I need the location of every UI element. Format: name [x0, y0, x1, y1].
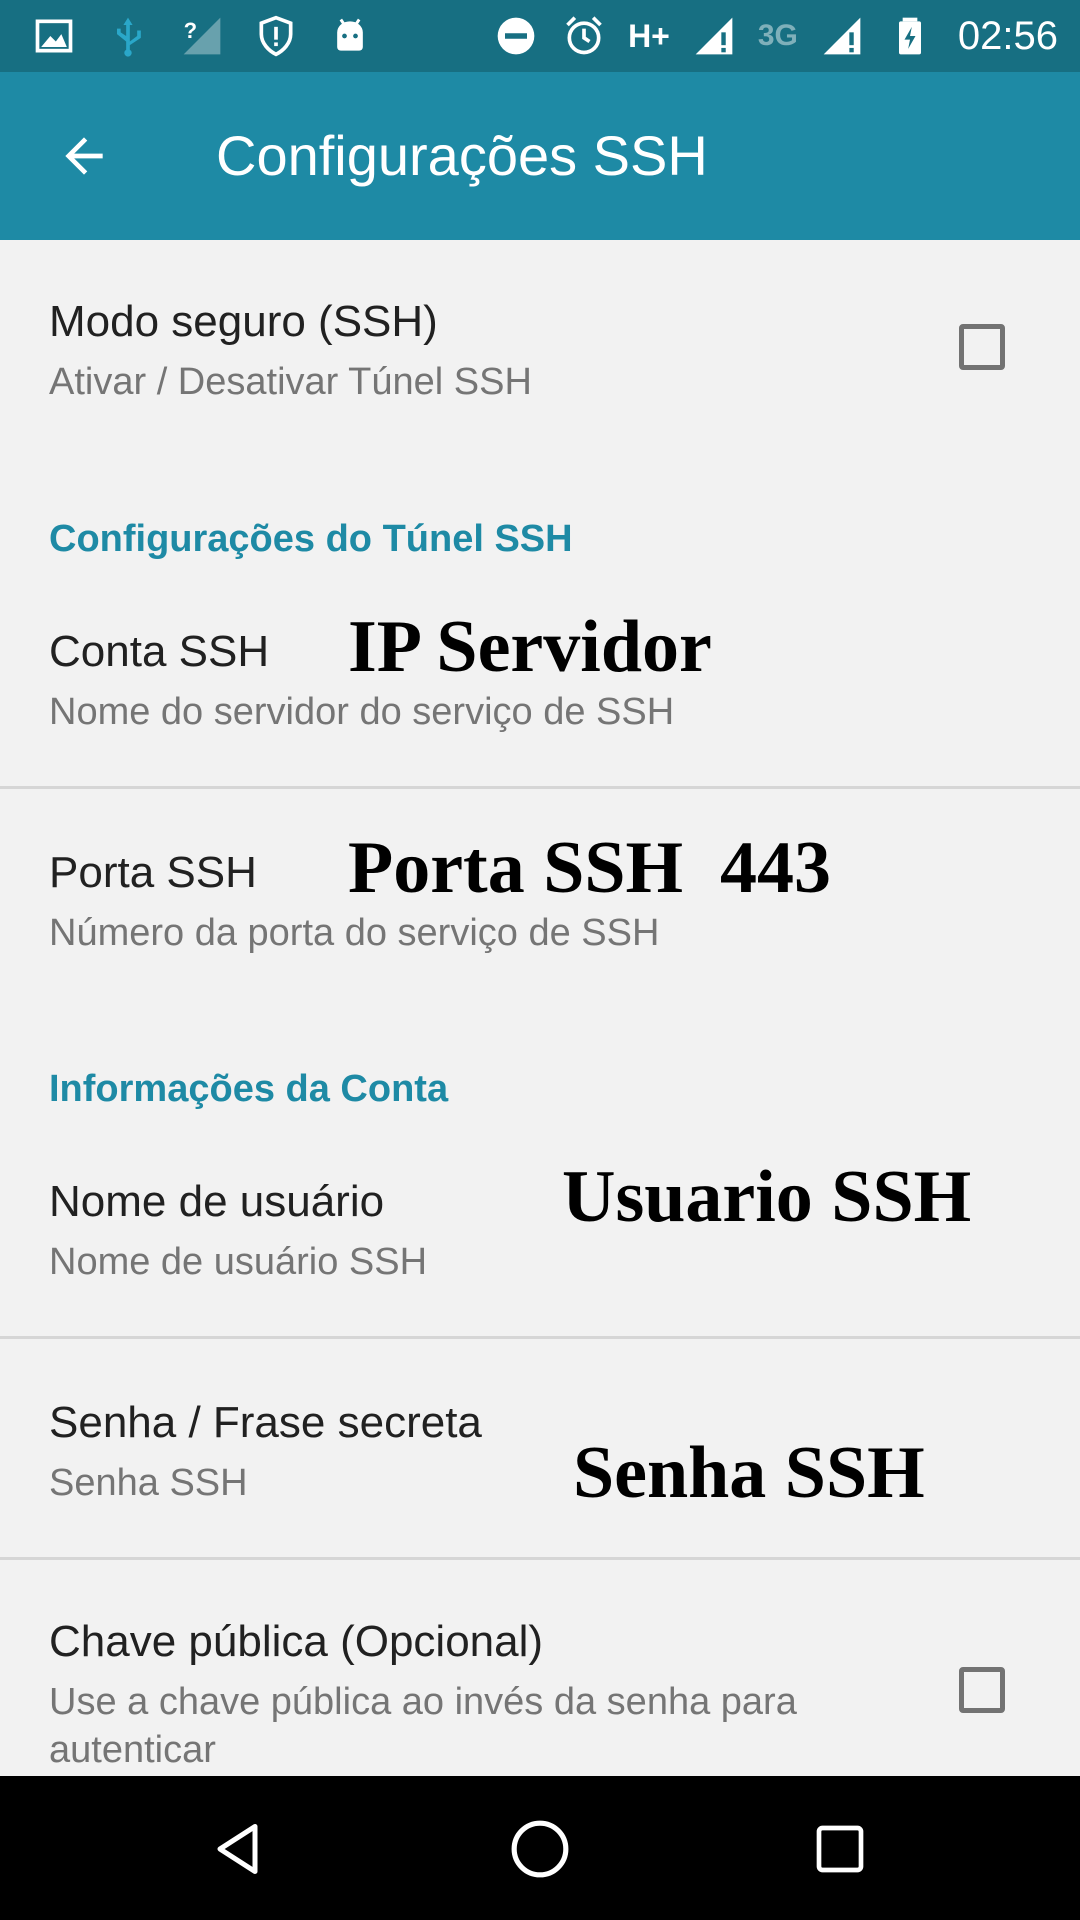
pref-password[interactable]: Senha / Frase secreta Senha SSH Senha SS…	[0, 1339, 1080, 1557]
page-title: Configurações SSH	[216, 124, 708, 187]
pref-ssh-port[interactable]: Porta SSH Número da porta do serviço de …	[0, 789, 1080, 999]
back-triangle-icon	[217, 1824, 258, 1874]
no-signal-icon: ?	[178, 12, 226, 60]
svg-text:?: ?	[184, 18, 197, 43]
secure-mode-checkbox[interactable]	[959, 324, 1005, 370]
nav-back-button[interactable]	[195, 1804, 285, 1894]
network-type-label: H+	[628, 17, 670, 54]
status-right-icons: H+ 3G 02:56	[492, 12, 1058, 60]
pref-username-summary: Nome de usuário SSH	[49, 1241, 428, 1283]
pref-ssh-account-summary: Nome do servidor do serviço de SSH	[49, 691, 675, 733]
android-icon	[326, 12, 374, 60]
battery-charging-icon	[886, 12, 934, 60]
pref-ssh-account-title: Conta SSH	[49, 627, 270, 676]
back-button[interactable]	[44, 116, 124, 196]
clock: 02:56	[957, 13, 1058, 58]
signal-secondary-icon	[818, 12, 866, 60]
alarm-icon	[560, 12, 608, 60]
nav-recents-button[interactable]	[795, 1804, 885, 1894]
recents-square-icon	[816, 1825, 864, 1873]
pref-public-key[interactable]: Chave pública (Opcional) Use a chave púb…	[0, 1560, 1080, 1776]
category-account-info: Informações da Conta	[49, 1068, 449, 1110]
ssh-account-annotation: IP Servidor	[348, 606, 712, 688]
usb-icon	[104, 12, 152, 60]
category-tunnel-settings: Configurações do Túnel SSH	[49, 518, 573, 560]
pref-public-key-summary: Use a chave pública ao invés da senha pa…	[49, 1681, 797, 1771]
arrow-back-icon	[65, 137, 103, 175]
pref-username[interactable]: Nome de usuário Nome de usuário SSH Usua…	[0, 1150, 1080, 1336]
status-bar: ? H+ 3G 02:56	[0, 0, 1080, 72]
ssh-port-annotation: Porta SSH 443	[348, 827, 832, 909]
pref-username-title: Nome de usuário	[49, 1177, 385, 1226]
pref-secure-mode-title: Modo seguro (SSH)	[49, 297, 438, 346]
network-type-secondary-label: 3G	[757, 19, 798, 52]
pref-ssh-port-title: Porta SSH	[49, 848, 257, 897]
home-circle-icon	[511, 1820, 569, 1878]
status-left-icons: ?	[30, 12, 374, 60]
shield-icon	[252, 12, 300, 60]
system-nav-bar	[0, 1776, 1080, 1920]
pref-ssh-account[interactable]: Conta SSH Nome do servidor do serviço de…	[0, 600, 1080, 786]
do-not-disturb-icon	[492, 12, 540, 60]
pref-secure-mode-summary: Ativar / Desativar Túnel SSH	[49, 361, 532, 403]
image-icon	[30, 12, 78, 60]
pref-ssh-port-summary: Número da porta do serviço de SSH	[49, 912, 660, 954]
app-toolbar: Configurações SSH	[0, 72, 1080, 240]
username-annotation: Usuario SSH	[562, 1156, 972, 1238]
signal-icon	[690, 12, 738, 60]
nav-home-button[interactable]	[495, 1804, 585, 1894]
password-annotation: Senha SSH	[573, 1432, 925, 1514]
pref-password-title: Senha / Frase secreta	[49, 1398, 482, 1447]
pref-secure-mode[interactable]: Modo seguro (SSH) Ativar / Desativar Tún…	[0, 240, 1080, 460]
public-key-checkbox[interactable]	[959, 1667, 1005, 1713]
pref-public-key-title: Chave pública (Opcional)	[49, 1617, 544, 1666]
